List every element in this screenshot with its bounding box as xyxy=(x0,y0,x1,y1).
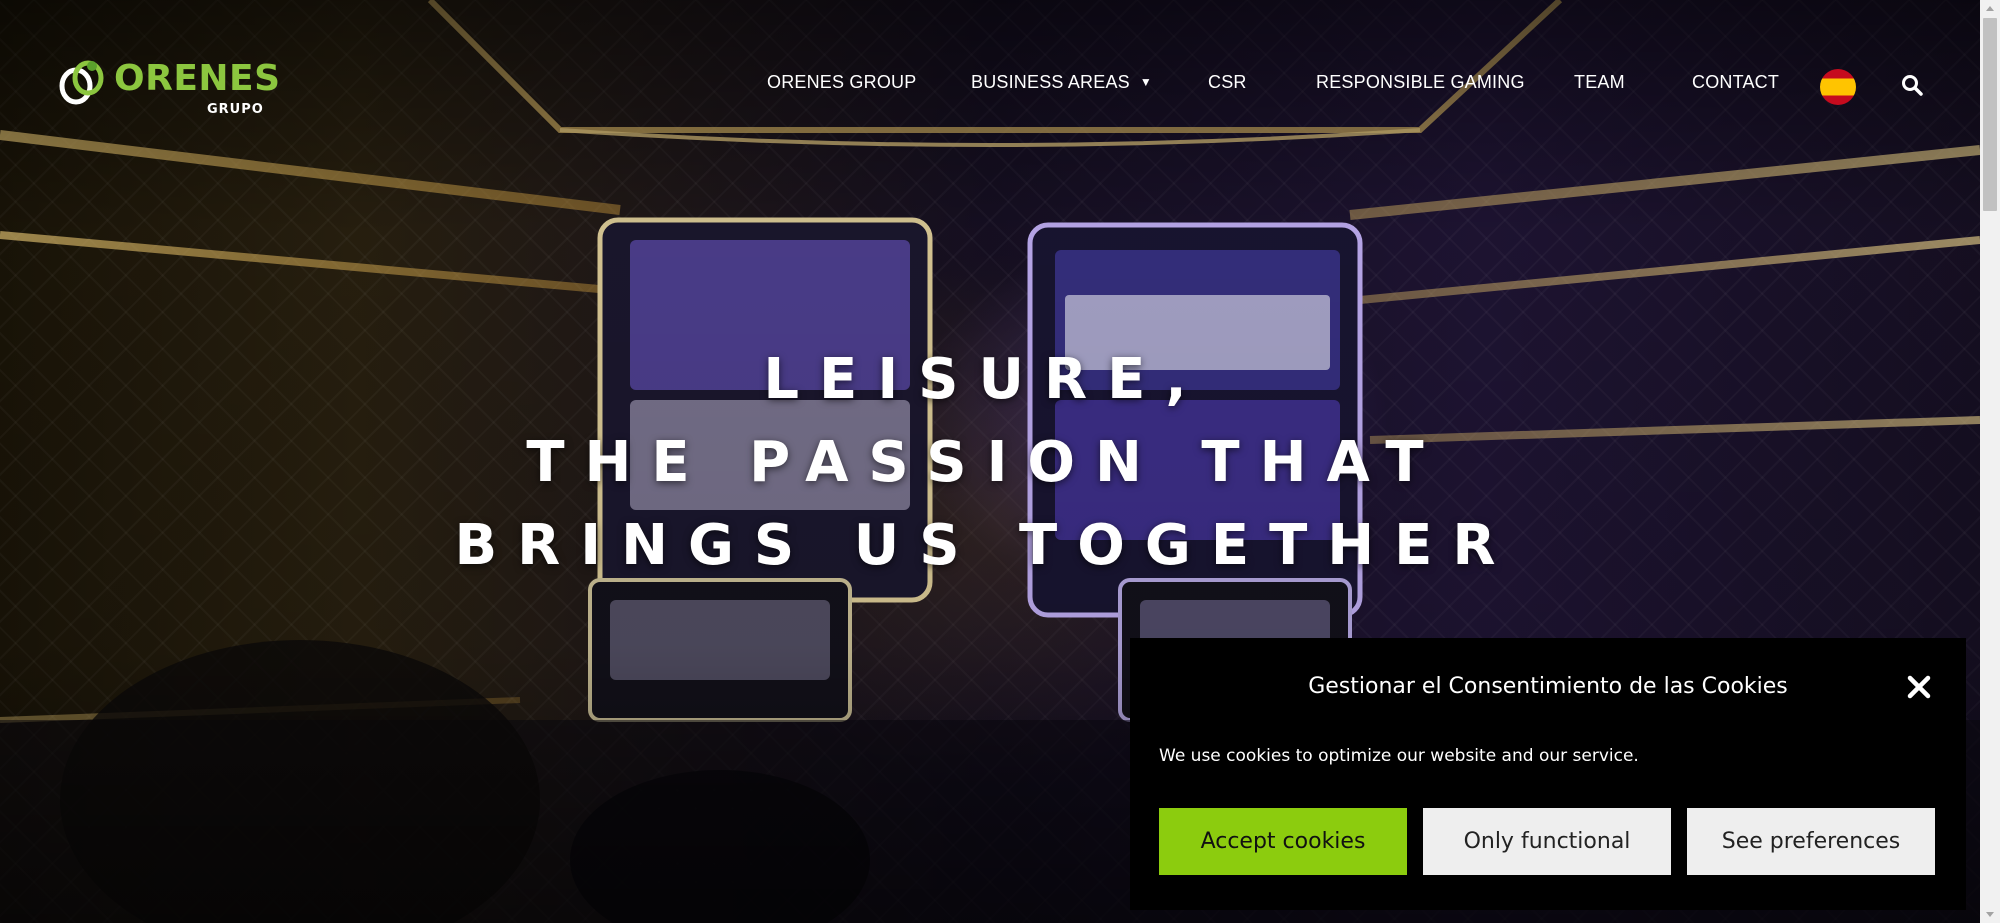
close-icon[interactable] xyxy=(1906,674,1932,700)
orenes-logo[interactable]: ORENES GRUPO xyxy=(56,58,280,124)
hero-line-3: BRINGS US TOGETHER xyxy=(454,513,1516,578)
nav-business-areas[interactable]: BUSINESS AREAS ▼ xyxy=(971,72,1152,93)
hero-line-1: LEISURE, xyxy=(763,347,1207,412)
logo-subtitle: GRUPO xyxy=(207,102,264,117)
nav-csr[interactable]: CSR xyxy=(1208,72,1247,93)
chevron-down-icon: ▼ xyxy=(1139,75,1152,89)
scroll-up-arrow-icon[interactable] xyxy=(1980,0,2000,17)
search-icon[interactable] xyxy=(1900,73,1924,97)
hero-line-2: THE PASSION THAT xyxy=(526,430,1444,495)
cookie-title: Gestionar el Consentimiento de las Cooki… xyxy=(1308,674,1788,699)
orenes-logo-icon xyxy=(59,60,104,105)
accept-cookies-button[interactable]: Accept cookies xyxy=(1159,808,1407,875)
hero-headline: LEISURE, THE PASSION THAT BRINGS US TOGE… xyxy=(0,338,1970,587)
see-preferences-button[interactable]: See preferences xyxy=(1687,808,1935,875)
spain-flag-icon[interactable] xyxy=(1820,69,1856,105)
cookie-message: We use cookies to optimize our website a… xyxy=(1159,746,1639,766)
site-header: ORENES GRUPO ORENES GROUP BUSINESS AREAS… xyxy=(0,0,1980,175)
logo-wordmark: ORENES xyxy=(114,58,281,99)
cookie-consent-banner: Gestionar el Consentimiento de las Cooki… xyxy=(1130,638,1966,910)
nav-business-areas-label: BUSINESS AREAS xyxy=(971,72,1130,92)
nav-team[interactable]: TEAM xyxy=(1574,72,1625,93)
scroll-down-arrow-icon[interactable] xyxy=(1980,906,2000,923)
page-scrollbar[interactable] xyxy=(1980,0,2000,923)
nav-contact[interactable]: CONTACT xyxy=(1692,72,1779,93)
nav-orenes-group[interactable]: ORENES GROUP xyxy=(767,72,916,93)
nav-responsible-gaming[interactable]: RESPONSIBLE GAMING xyxy=(1316,72,1525,93)
only-functional-button[interactable]: Only functional xyxy=(1423,808,1671,875)
scrollbar-thumb[interactable] xyxy=(1983,18,1997,211)
